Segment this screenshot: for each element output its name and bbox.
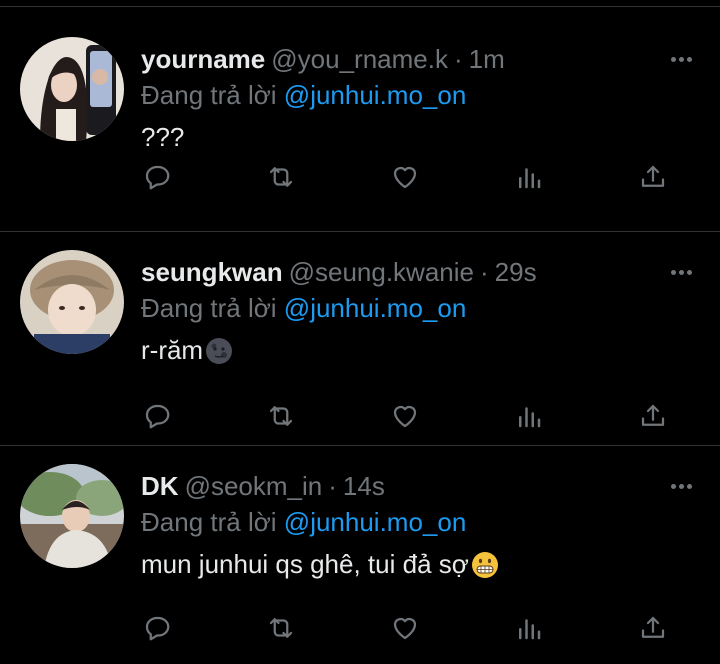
- display-name[interactable]: yourname: [141, 44, 265, 74]
- replying-to: Đang trả lời @junhui.mo_on: [141, 290, 700, 326]
- tweet-content: seungkwan @seung.kwanie · 29s Đang trả lời …: [141, 254, 700, 370]
- like-icon[interactable]: [385, 157, 425, 197]
- tweet-header: seungkwan @seung.kwanie · 29s: [141, 254, 700, 290]
- tweet-1[interactable]: yourname @you_rname.k · 1m Đang trả lời @ju…: [0, 6, 720, 232]
- display-name[interactable]: DK: [141, 471, 179, 501]
- retweet-icon[interactable]: [261, 608, 301, 648]
- retweet-icon[interactable]: [261, 157, 301, 197]
- separator-dot: ·: [328, 471, 337, 501]
- display-name[interactable]: seungkwan: [141, 257, 283, 287]
- views-icon[interactable]: [509, 157, 549, 197]
- tweet-header: DK @seokm_in · 14s: [141, 468, 700, 504]
- timestamp[interactable]: 1m: [469, 44, 505, 74]
- avatar[interactable]: [20, 37, 124, 141]
- grimacing-face-icon: [471, 550, 499, 578]
- reply-feed: yourname @you_rname.k · 1m Đang trả lời @ju…: [0, 6, 720, 664]
- user-handle[interactable]: @seung.kwanie: [289, 257, 474, 287]
- new-moon-face-icon: [205, 336, 233, 364]
- tweet-content: yourname @you_rname.k · 1m Đang trả lời @ju…: [141, 41, 700, 157]
- reply-icon[interactable]: [137, 608, 177, 648]
- views-icon[interactable]: [509, 396, 549, 436]
- user-handle[interactable]: @you_rname.k: [271, 44, 448, 74]
- like-icon[interactable]: [385, 396, 425, 436]
- replying-to-label: Đang trả lời: [141, 507, 277, 537]
- reply-icon[interactable]: [137, 157, 177, 197]
- tweet-3[interactable]: DK @seokm_in · 14s Đang trả lời @junhui.mo_…: [0, 446, 720, 658]
- tweet-text: mun junhui qs ghê, tui đả sợ: [141, 544, 700, 584]
- share-icon[interactable]: [633, 396, 673, 436]
- replying-to: Đang trả lời @junhui.mo_on: [141, 504, 700, 540]
- tweet-header: yourname @you_rname.k · 1m: [141, 41, 700, 77]
- mention-link[interactable]: @junhui.mo_on: [284, 80, 467, 110]
- timestamp[interactable]: 14s: [343, 471, 385, 501]
- tweet-2[interactable]: seungkwan @seung.kwanie · 29s Đang trả lời …: [0, 232, 720, 446]
- replying-to-label: Đang trả lời: [141, 293, 277, 323]
- user-handle[interactable]: @seokm_in: [185, 471, 323, 501]
- share-icon[interactable]: [633, 608, 673, 648]
- replying-to-label: Đang trả lời: [141, 80, 277, 110]
- more-options-icon[interactable]: [671, 254, 692, 290]
- tweet-text-content: r-răm: [141, 335, 204, 365]
- share-icon[interactable]: [633, 157, 673, 197]
- tweet-actions: [141, 157, 700, 197]
- more-options-icon[interactable]: [671, 41, 692, 77]
- replying-to: Đang trả lời @junhui.mo_on: [141, 77, 700, 113]
- reply-icon[interactable]: [137, 396, 177, 436]
- mention-link[interactable]: @junhui.mo_on: [284, 293, 467, 323]
- tweet-text-content: ???: [141, 122, 185, 152]
- views-icon[interactable]: [509, 608, 549, 648]
- tweet-actions: [141, 396, 700, 436]
- retweet-icon[interactable]: [261, 396, 301, 436]
- separator-dot: ·: [479, 257, 489, 287]
- tweet-actions: [141, 608, 700, 648]
- tweet-text: r-răm: [141, 330, 700, 370]
- separator-dot: ·: [453, 44, 463, 74]
- timestamp[interactable]: 29s: [495, 257, 537, 287]
- tweet-text-content: mun junhui qs ghê, tui đả sợ: [141, 549, 469, 579]
- like-icon[interactable]: [385, 608, 425, 648]
- more-options-icon[interactable]: [671, 468, 692, 504]
- avatar[interactable]: [20, 250, 124, 354]
- avatar[interactable]: [20, 464, 124, 568]
- tweet-text: ???: [141, 117, 700, 157]
- tweet-content: DK @seokm_in · 14s Đang trả lời @junhui.mo_…: [141, 468, 700, 584]
- mention-link[interactable]: @junhui.mo_on: [284, 507, 467, 537]
